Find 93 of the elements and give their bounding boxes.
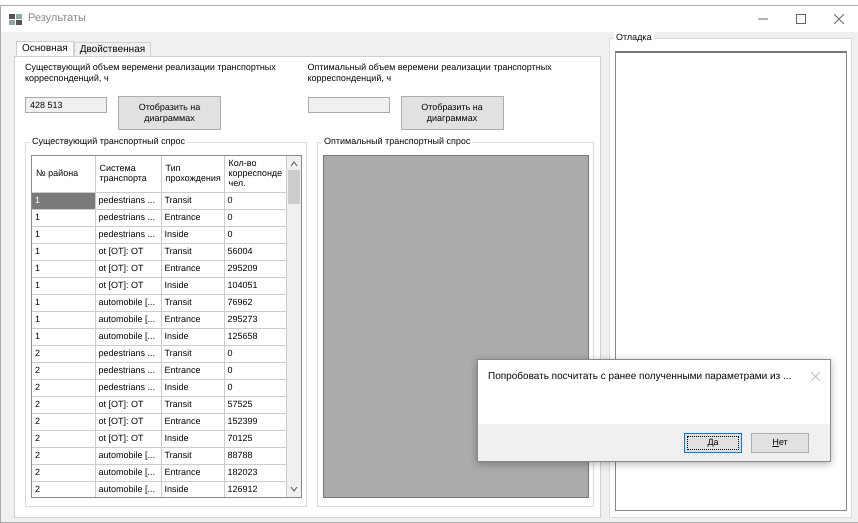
dialog-button[interactable]: Да [684, 432, 742, 452]
group-title: Оптимальный транспортный спрос [322, 136, 472, 147]
table-cell: 2 [32, 464, 95, 481]
table-cell: pedestrians ... [95, 362, 161, 379]
table-cell: 2 [32, 430, 95, 447]
table-cell: ot [OT]: OT [95, 413, 161, 430]
table-cell: automobile [... [95, 464, 161, 481]
group-title: Существующий транспортный спрос [30, 136, 187, 147]
table-cell: 88788 [224, 447, 286, 464]
table-cell: 152399 [224, 413, 286, 430]
table-cell: pedestrians ... [95, 226, 161, 243]
table-cell: ot [OT]: OT [95, 396, 161, 413]
table-cell: 57525 [224, 396, 286, 413]
table-cell: 1 [32, 226, 95, 243]
table-cell: 2 [32, 413, 95, 430]
table-cell: 182023 [224, 464, 286, 481]
table-cell: 0 [224, 192, 286, 209]
table-cell: 295209 [224, 260, 286, 277]
table-cell: Inside [161, 379, 224, 396]
group-title: Отладка [614, 32, 654, 43]
table-cell: 0 [224, 209, 286, 226]
table-cell: 1 [32, 277, 95, 294]
table-cell: 2 [32, 379, 95, 396]
field-label: Оптимальный объем веремени реализации транспортных корреспонденций, ч [308, 62, 553, 84]
value-field[interactable]: 428 513 [25, 96, 107, 113]
table-cell: Transit [161, 294, 224, 311]
table-cell: 70125 [224, 430, 286, 447]
table-cell: automobile [... [95, 311, 161, 328]
table-cell: 2 [32, 362, 95, 379]
column-header[interactable]: Система транспорта [100, 164, 160, 184]
dialog-message: Попробовать посчитать с ранее полученными параметрами из ... [488, 371, 792, 384]
column-header[interactable]: Тип прохождения [166, 164, 222, 184]
table-cell: 0 [224, 379, 286, 396]
table-cell: pedestrians ... [95, 209, 161, 226]
table-cell: Entrance [161, 311, 224, 328]
table-cell: 104051 [224, 277, 286, 294]
table-cell: ot [OT]: OT [95, 260, 161, 277]
table-cell: Transit [161, 396, 224, 413]
table-cell: automobile [... [95, 294, 161, 311]
table-cell: Transit [161, 243, 224, 260]
table-cell: Inside [161, 226, 224, 243]
scroll-down-icon[interactable] [290, 485, 298, 493]
table-cell: automobile [... [95, 447, 161, 464]
column-header[interactable]: № района [36, 168, 78, 179]
tab[interactable]: Двойственная [74, 42, 152, 56]
table-cell: 1 [32, 311, 95, 328]
table-cell: Inside [161, 328, 224, 345]
table-cell: Entrance [161, 464, 224, 481]
table-cell: 125658 [224, 328, 286, 345]
table-cell: 1 [32, 192, 95, 209]
table-cell: 76962 [224, 294, 286, 311]
table-cell: 0 [224, 345, 286, 362]
app-icon [9, 13, 22, 25]
table-cell: Transit [161, 345, 224, 362]
table-cell: 1 [32, 294, 95, 311]
table-cell: Transit [161, 192, 224, 209]
table-cell: automobile [... [95, 328, 161, 345]
table-cell: 295273 [224, 311, 286, 328]
table-cell: Entrance [161, 413, 224, 430]
table-cell: 0 [224, 362, 286, 379]
tab[interactable]: Основная [16, 41, 74, 57]
table-cell: Inside [161, 277, 224, 294]
maximize-icon[interactable] [796, 14, 806, 24]
scrollbar-thumb[interactable] [288, 170, 300, 204]
table-cell: pedestrians ... [95, 192, 161, 209]
close-icon[interactable] [834, 14, 844, 24]
table-cell: pedestrians ... [95, 379, 161, 396]
table-cell: ot [OT]: OT [95, 243, 161, 260]
table-cell: Entrance [161, 209, 224, 226]
show-on-charts-button[interactable]: Отобразить на диаграммах [400, 96, 504, 130]
table-cell: pedestrians ... [95, 345, 161, 362]
table-cell: 1 [32, 209, 95, 226]
field-label: Существующий объем веремени реализации транспортных корреспонденций, ч [25, 62, 277, 84]
table-cell: 1 [32, 328, 95, 345]
table-cell: 1 [32, 243, 95, 260]
table-cell: 2 [32, 447, 95, 464]
table-cell: 0 [224, 226, 286, 243]
table-cell: 1 [32, 260, 95, 277]
table-cell: ot [OT]: OT [95, 430, 161, 447]
table-cell: Transit [161, 447, 224, 464]
table-cell: ot [OT]: OT [95, 277, 161, 294]
table-cell: Entrance [161, 362, 224, 379]
column-header[interactable]: Кол-во корреспонде чел. [228, 158, 284, 189]
show-on-charts-button[interactable]: Отобразить на диаграммах [118, 96, 221, 130]
table-cell: Inside [161, 430, 224, 447]
table-cell: Entrance [161, 260, 224, 277]
value-field[interactable] [308, 96, 390, 113]
table-cell: 56004 [224, 243, 286, 260]
window-title: Результаты [28, 12, 86, 26]
table-cell: 2 [32, 396, 95, 413]
table-cell: 2 [32, 345, 95, 362]
dialog-button[interactable]: Нет [751, 432, 809, 452]
scroll-up-icon[interactable] [290, 160, 298, 168]
